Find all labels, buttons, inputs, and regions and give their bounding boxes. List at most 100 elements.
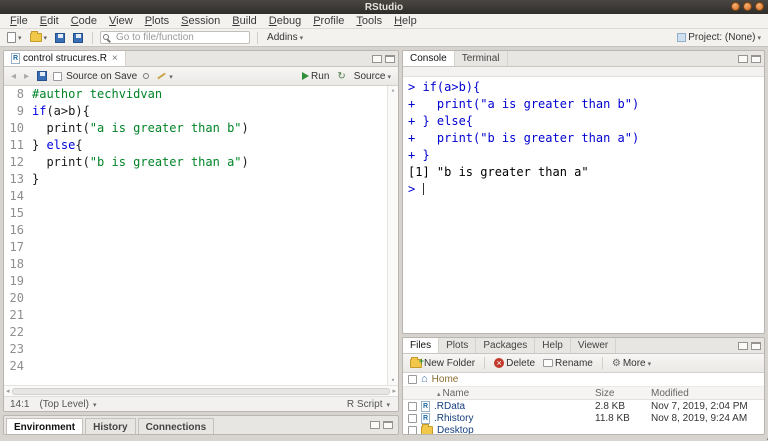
editor-line[interactable]: 24 <box>4 358 387 375</box>
forward-button[interactable] <box>22 70 31 83</box>
file-row[interactable]: .RData 2.8 KB Nov 7, 2019, 2:04 PM <box>403 400 764 412</box>
tab-packages[interactable]: Packages <box>476 338 536 353</box>
rerun-button[interactable] <box>335 70 347 83</box>
maximize-window-button[interactable] <box>743 2 752 11</box>
line-number[interactable]: 24 <box>4 358 32 375</box>
row-checkbox[interactable] <box>408 425 417 434</box>
rename-button[interactable]: Rename <box>541 357 595 370</box>
line-number[interactable]: 9 <box>4 103 32 120</box>
editor-line[interactable]: 14 <box>4 188 387 205</box>
editor-line[interactable]: 13} <box>4 171 387 188</box>
line-number[interactable]: 16 <box>4 222 32 239</box>
maximize-pane-button[interactable] <box>751 54 761 63</box>
line-number[interactable]: 19 <box>4 273 32 290</box>
menu-file[interactable]: File <box>4 15 34 27</box>
select-all-checkbox[interactable] <box>408 375 417 384</box>
line-number[interactable]: 14 <box>4 188 32 205</box>
menu-build[interactable]: Build <box>226 15 262 27</box>
line-number[interactable]: 18 <box>4 256 32 273</box>
open-file-button[interactable] <box>28 31 50 44</box>
column-name[interactable]: Name <box>437 388 591 399</box>
line-number[interactable]: 12 <box>4 154 32 171</box>
scope-selector[interactable]: (Top Level) <box>37 398 98 411</box>
scroll-left-icon[interactable] <box>6 387 10 396</box>
editor-line[interactable]: 23 <box>4 341 387 358</box>
line-number[interactable]: 17 <box>4 239 32 256</box>
source-button[interactable]: Source <box>352 70 393 83</box>
menu-view[interactable]: View <box>103 15 139 27</box>
column-size[interactable]: Size <box>595 388 647 399</box>
menu-edit[interactable]: Edit <box>34 15 65 27</box>
minimize-window-button[interactable] <box>731 2 740 11</box>
tab-console[interactable]: Console <box>403 51 455 66</box>
scroll-up-icon[interactable] <box>391 86 395 95</box>
editor-line[interactable]: 22 <box>4 324 387 341</box>
editor-hscrollbar[interactable] <box>4 385 398 396</box>
row-checkbox[interactable] <box>408 413 417 423</box>
file-row[interactable]: Desktop <box>403 423 764 435</box>
minimize-pane-button[interactable] <box>372 54 382 63</box>
editor-lines[interactable]: 8 #author techvidvan 9 if(a>b){10 print("a … <box>4 86 387 385</box>
editor-line[interactable]: 15 <box>4 205 387 222</box>
tab-plots[interactable]: Plots <box>439 338 477 353</box>
file-name[interactable]: .RData <box>434 401 591 412</box>
scroll-right-icon[interactable] <box>392 387 396 396</box>
delete-button[interactable]: Delete <box>492 357 537 370</box>
menu-plots[interactable]: Plots <box>139 15 175 27</box>
editor-line[interactable]: 18 <box>4 256 387 273</box>
tab-help[interactable]: Help <box>535 338 571 353</box>
line-number[interactable]: 20 <box>4 290 32 307</box>
editor-line[interactable]: 11} else{ <box>4 137 387 154</box>
breadcrumb[interactable]: Home <box>432 374 459 385</box>
editor-line[interactable]: 16 <box>4 222 387 239</box>
new-folder-button[interactable]: New Folder <box>408 356 477 370</box>
tab-environment[interactable]: Environment <box>6 418 84 434</box>
line-number[interactable]: 13 <box>4 171 32 188</box>
column-modified[interactable]: Modified <box>651 388 759 399</box>
tab-terminal[interactable]: Terminal <box>455 51 508 66</box>
save-button[interactable] <box>53 32 67 44</box>
scrollbar-thumb[interactable] <box>11 387 391 395</box>
maximize-pane-button[interactable] <box>383 421 393 429</box>
new-file-button[interactable] <box>5 31 24 44</box>
editor-line[interactable]: 19 <box>4 273 387 290</box>
editor-line[interactable]: 21 <box>4 307 387 324</box>
back-button[interactable] <box>9 70 18 83</box>
close-icon[interactable] <box>110 53 118 64</box>
editor-line[interactable]: 8 #author techvidvan <box>4 86 387 103</box>
minimize-pane-button[interactable] <box>738 341 748 350</box>
editor-line[interactable]: 17 <box>4 239 387 256</box>
editor-line[interactable]: 20 <box>4 290 387 307</box>
line-number[interactable]: 15 <box>4 205 32 222</box>
editor-vscrollbar[interactable] <box>387 86 398 385</box>
tab-history[interactable]: History <box>85 418 136 434</box>
row-checkbox[interactable] <box>408 401 417 411</box>
menu-help[interactable]: Help <box>388 15 423 27</box>
save-all-button[interactable] <box>71 32 85 44</box>
scroll-down-icon[interactable] <box>391 376 395 385</box>
close-window-button[interactable] <box>755 2 764 11</box>
file-name[interactable]: Desktop <box>437 425 591 435</box>
menu-code[interactable]: Code <box>65 15 103 27</box>
file-name[interactable]: .Rhistory <box>434 413 591 424</box>
code-tools-button[interactable] <box>155 70 175 83</box>
goto-file-input[interactable] <box>100 31 251 44</box>
tab-source-file[interactable]: control strucures.R <box>4 51 126 66</box>
line-number[interactable]: 8 <box>4 86 32 103</box>
find-replace-button[interactable] <box>141 72 151 80</box>
tab-viewer[interactable]: Viewer <box>571 338 617 353</box>
more-button[interactable]: More <box>610 357 653 370</box>
menu-debug[interactable]: Debug <box>263 15 307 27</box>
line-number[interactable]: 10 <box>4 120 32 137</box>
tab-connections[interactable]: Connections <box>137 418 215 434</box>
line-number[interactable]: 11 <box>4 137 32 154</box>
addins-button[interactable]: Addins <box>265 31 305 44</box>
line-number[interactable]: 22 <box>4 324 32 341</box>
project-menu-button[interactable]: Project: (None) <box>675 31 763 44</box>
line-number[interactable]: 23 <box>4 341 32 358</box>
minimize-pane-button[interactable] <box>738 54 748 63</box>
maximize-pane-button[interactable] <box>751 341 761 350</box>
line-number[interactable]: 21 <box>4 307 32 324</box>
maximize-pane-button[interactable] <box>385 54 395 63</box>
editor-line[interactable]: 12 print("b is greater than a") <box>4 154 387 171</box>
